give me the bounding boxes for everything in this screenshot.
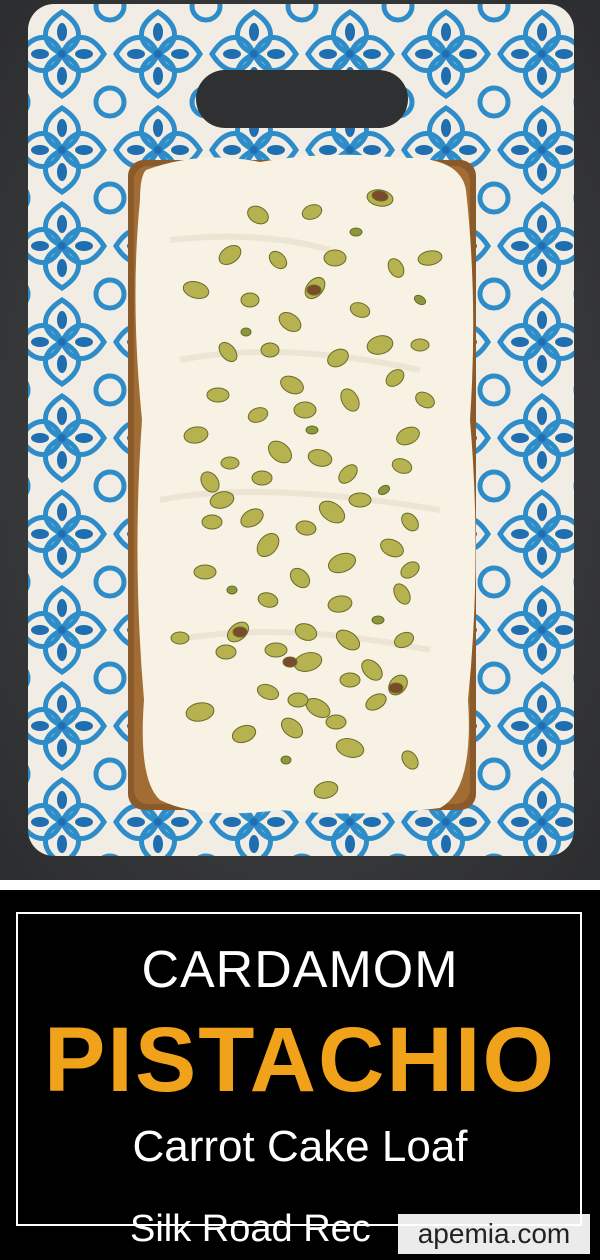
watermark-badge: apemia.com [398, 1214, 590, 1254]
brand-name: Silk Road Rec [130, 1208, 371, 1250]
title-line-subtitle: Carrot Cake Loaf [132, 1122, 468, 1171]
cake-photo [0, 0, 600, 880]
title-line-pistachio: PISTACHIO [43, 1009, 557, 1111]
title-line-cardamom: CARDAMOM [141, 941, 459, 999]
divider-strip [0, 880, 600, 890]
board-handle-hole [196, 70, 408, 128]
title-panel: CARDAMOM PISTACHIO Carrot Cake Loaf Silk… [0, 890, 600, 1260]
